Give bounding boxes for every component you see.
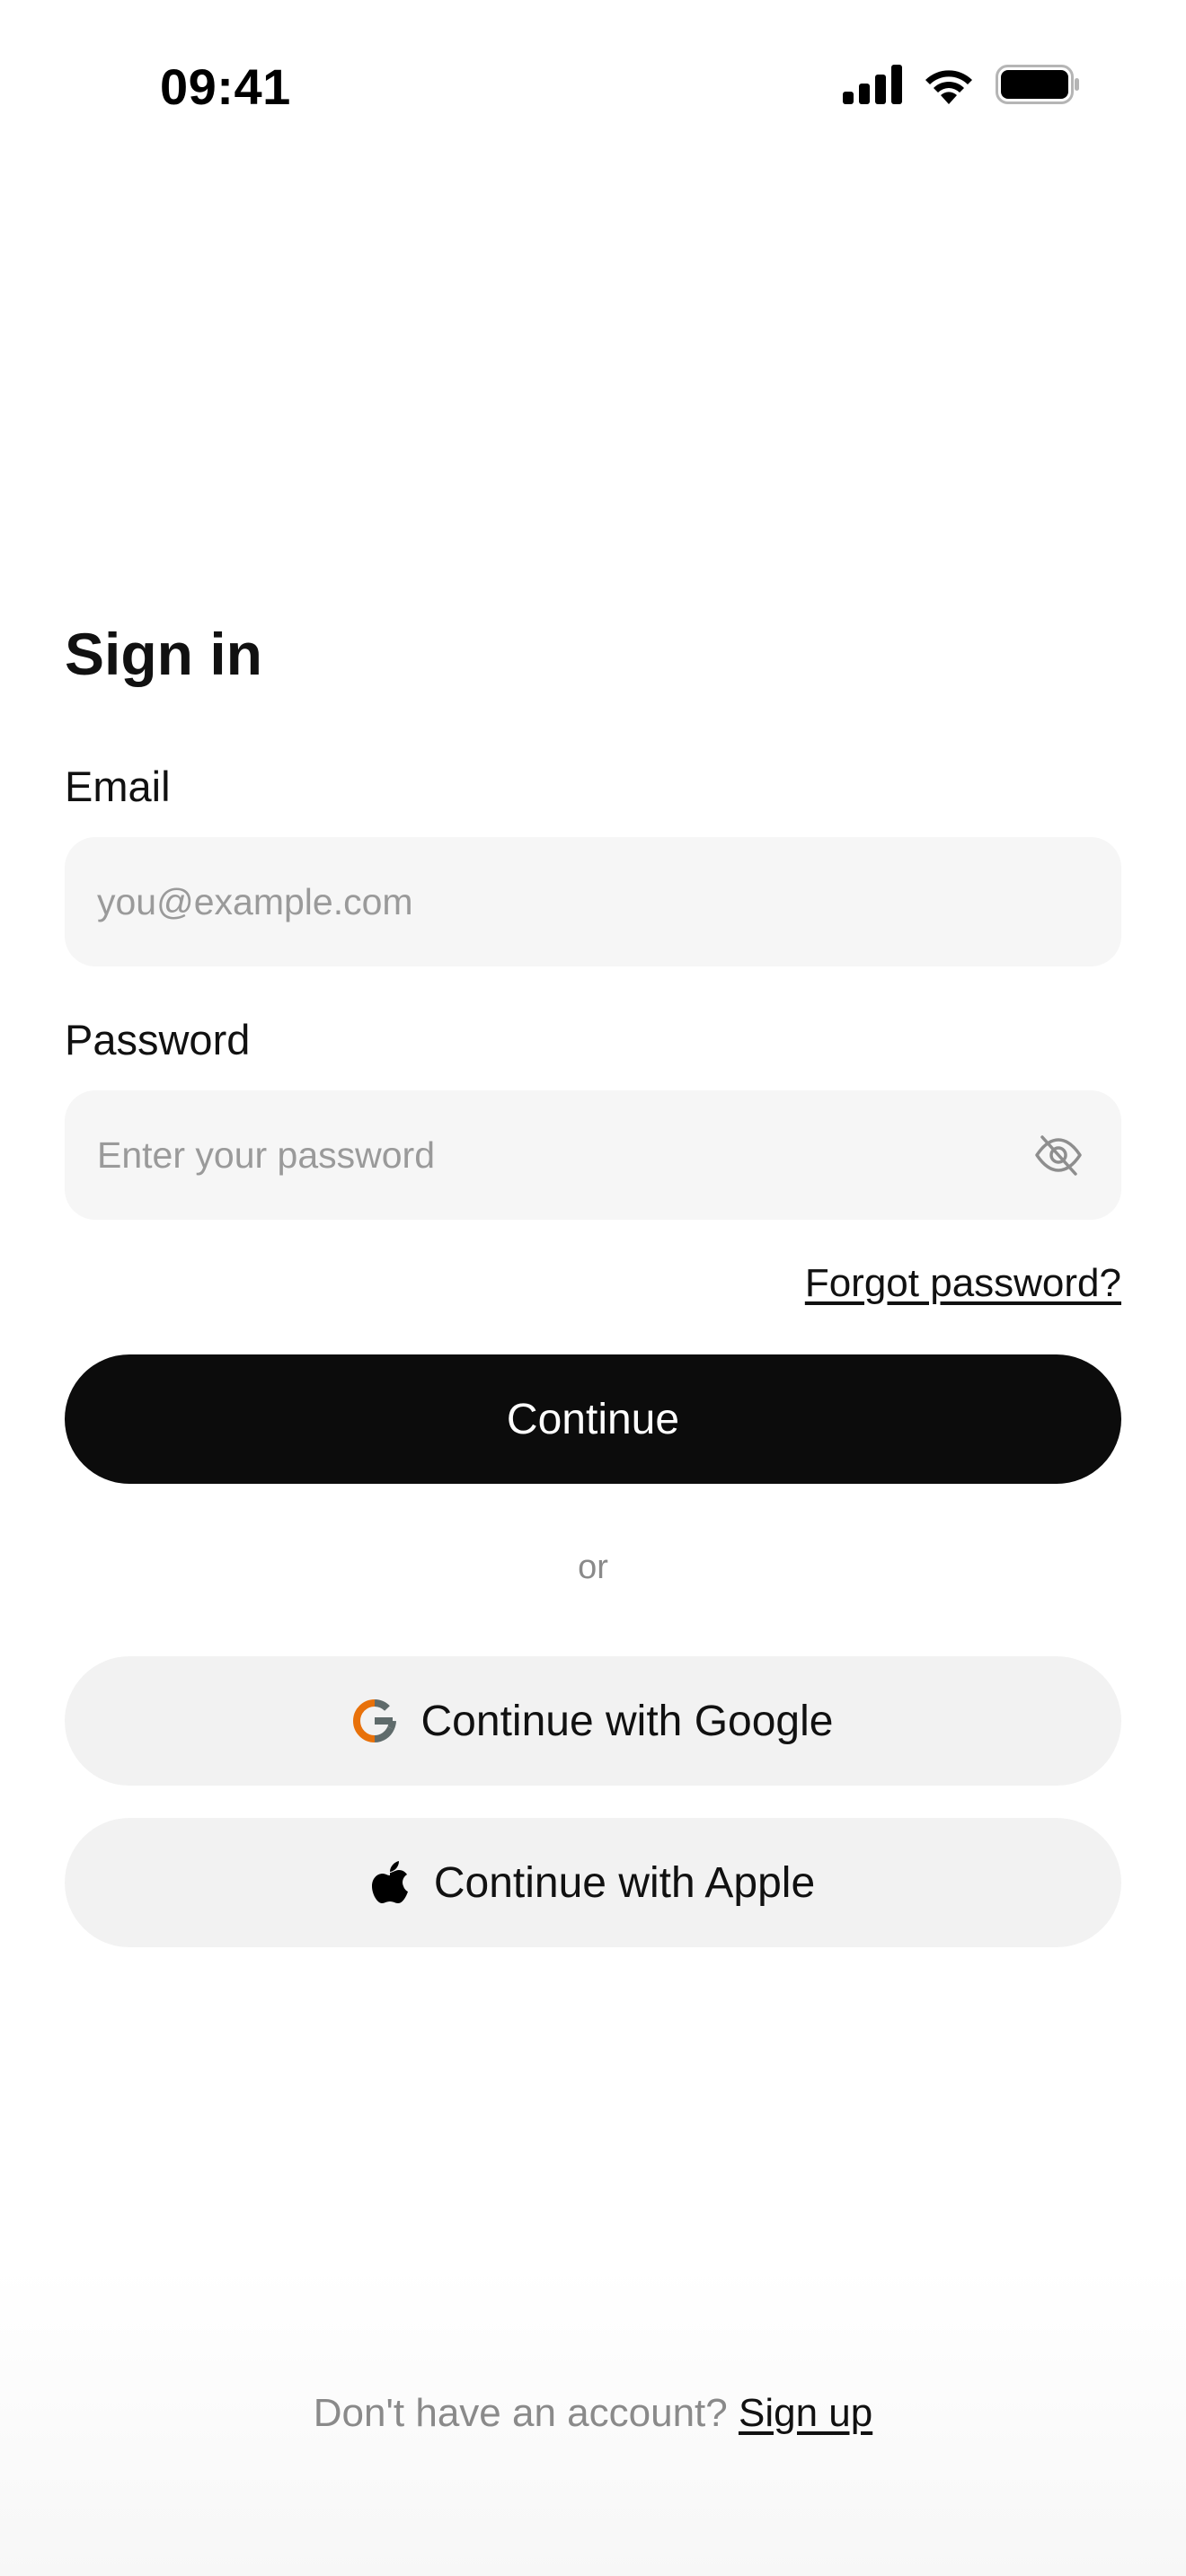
wifi-icon xyxy=(922,65,976,104)
continue-button[interactable]: Continue xyxy=(65,1354,1121,1484)
email-field-container xyxy=(65,837,1121,966)
status-bar: 09:41 xyxy=(0,0,1186,171)
continue-with-google-label: Continue with Google xyxy=(420,1697,834,1745)
email-label: Email xyxy=(65,763,171,810)
sign-in-screen: 09:41 Sign in Email you@example.com Pass… xyxy=(0,0,1186,2576)
status-time: 09:41 xyxy=(160,58,291,115)
cellular-signal-icon xyxy=(843,65,902,104)
email-field[interactable] xyxy=(97,837,1085,966)
continue-button-label: Continue xyxy=(506,1395,680,1443)
signup-prompt: Don't have an account? xyxy=(313,2391,728,2435)
continue-with-google-button[interactable]: Continue with Google xyxy=(65,1656,1121,1786)
or-divider: or xyxy=(578,1548,608,1586)
google-icon xyxy=(352,1699,396,1742)
page-title: Sign in xyxy=(65,621,262,687)
status-icons xyxy=(843,65,1080,104)
battery-icon xyxy=(996,65,1080,104)
continue-with-apple-button[interactable]: Continue with Apple xyxy=(65,1818,1121,1947)
signup-row: Don't have an account? Sign up xyxy=(0,2391,1186,2436)
apple-icon xyxy=(371,1860,409,1905)
password-label: Password xyxy=(65,1016,251,1063)
eye-off-icon[interactable] xyxy=(1031,1128,1085,1182)
password-field-container xyxy=(65,1090,1121,1220)
continue-with-apple-label: Continue with Apple xyxy=(433,1858,816,1907)
forgot-password-link[interactable]: Forgot password? xyxy=(805,1261,1121,1306)
password-field[interactable] xyxy=(97,1090,1031,1220)
sign-up-link[interactable]: Sign up xyxy=(739,2391,872,2435)
